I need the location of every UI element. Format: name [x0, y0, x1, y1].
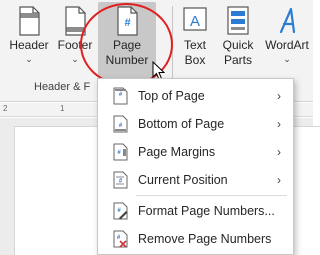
menu-item-label: Page Margins: [138, 145, 216, 159]
submenu-arrow-icon: ›: [277, 145, 281, 159]
menu-item-label: Bottom of Page: [138, 117, 225, 131]
menu-item-format-page-numbers[interactable]: # Format Page Numbers...: [98, 199, 293, 223]
wordart-chevron-icon: ⌄: [283, 54, 291, 64]
submenu-arrow-icon: ›: [277, 173, 281, 187]
page-number-dropdown-menu: # Top of Page › # Bottom of Page › # Pag…: [97, 78, 294, 255]
menu-item-current-position[interactable]: # Current Position ›: [98, 168, 293, 192]
header-icon: [19, 6, 40, 36]
page-margins-number-icon: #: [113, 143, 128, 161]
wordart-button[interactable]: WordArt ⌄: [262, 2, 312, 76]
text-box-label-line1: Text: [183, 38, 206, 52]
menu-divider: [136, 195, 287, 196]
menu-item-label: Format Page Numbers...: [138, 204, 275, 218]
current-position-number-icon: #: [113, 171, 128, 189]
header-chevron-icon: ⌄: [25, 54, 33, 64]
footer-chevron-icon: ⌄: [71, 54, 79, 64]
quick-parts-button[interactable]: Quick Parts: [218, 2, 258, 76]
menu-item-top-of-page[interactable]: # Top of Page ›: [98, 84, 293, 108]
menu-item-label: Current Position: [138, 173, 228, 187]
menu-item-bottom-of-page[interactable]: # Bottom of Page ›: [98, 112, 293, 136]
menu-item-page-margins[interactable]: # Page Margins ›: [98, 140, 293, 164]
header-footer-group-label: Header & F: [34, 81, 91, 93]
ruler-tick: 2: [3, 104, 8, 113]
header-button[interactable]: Header ⌄: [6, 2, 52, 76]
submenu-arrow-icon: ›: [277, 117, 281, 131]
wordart-icon: [279, 7, 296, 34]
quick-parts-label-line2: Parts: [223, 53, 252, 67]
wordart-label: WordArt: [265, 38, 309, 52]
header-label: Header: [9, 38, 49, 52]
menu-item-label: Remove Page Numbers: [138, 232, 272, 246]
text-box-button[interactable]: A Text Box: [176, 2, 214, 76]
quick-parts-label-line1: Quick: [222, 38, 254, 52]
format-page-numbers-icon: #: [113, 202, 128, 220]
page-top-number-icon: #: [113, 87, 128, 105]
remove-page-numbers-icon: #: [113, 230, 128, 248]
text-box-label-line2: Box: [184, 53, 206, 67]
menu-item-label: Top of Page: [138, 89, 205, 103]
submenu-arrow-icon: ›: [277, 89, 281, 103]
text-box-icon: A: [183, 7, 207, 31]
menu-item-remove-page-numbers[interactable]: # Remove Page Numbers: [98, 227, 293, 251]
ruler-tick: 1: [60, 104, 65, 113]
svg-text:A: A: [190, 13, 200, 30]
quick-parts-icon: [227, 6, 249, 35]
page-bottom-number-icon: #: [113, 115, 128, 133]
